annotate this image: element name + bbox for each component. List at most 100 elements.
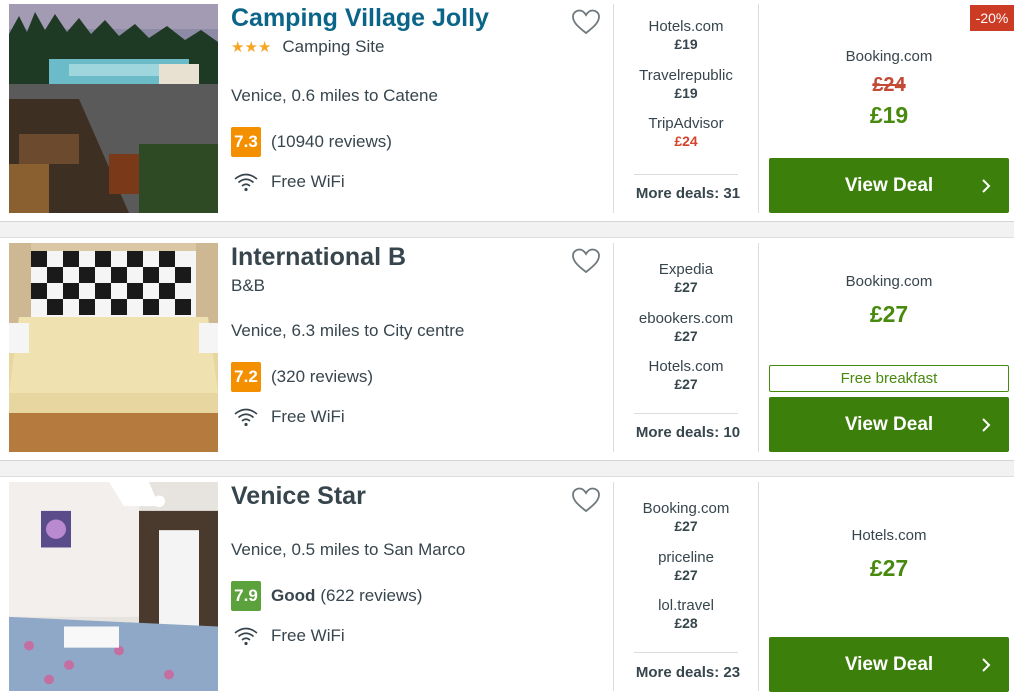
view-deal-button[interactable]: View Deal (769, 637, 1009, 692)
card-separator (0, 221, 1014, 238)
hotel-photo-international-b[interactable] (9, 243, 218, 452)
view-deal-button[interactable]: View Deal (769, 397, 1009, 452)
heart-icon[interactable] (571, 8, 601, 36)
column-divider (613, 4, 614, 213)
deal-site[interactable]: Booking.com (631, 500, 741, 517)
deals-divider (634, 174, 738, 175)
amenity-row: Free WiFi (233, 407, 345, 427)
deal-price: £24 (674, 133, 698, 149)
accommodation-type: Camping Site (282, 37, 385, 56)
best-deal-site[interactable]: Booking.com (769, 273, 1009, 290)
deal-price: £27 (674, 327, 698, 344)
wifi-icon (234, 173, 258, 192)
deal-site[interactable]: Hotels.com (631, 18, 741, 35)
chevron-right-icon (982, 418, 991, 432)
hotel-class-row: B&B (231, 276, 265, 296)
view-deal-label: View Deal (844, 654, 934, 675)
deals-list: Expedia £27 ebookers.com £27 Hotels.com … (631, 261, 741, 407)
deal-item[interactable]: lol.travel £28 (631, 597, 741, 646)
deal-item[interactable]: Hotels.com £27 (631, 358, 741, 407)
deal-site[interactable]: Travelrepublic (631, 67, 741, 84)
best-deal-price: £27 (869, 301, 909, 327)
rating-row[interactable]: 7.9 Good (622 reviews) (231, 581, 422, 611)
chevron-right-icon (982, 179, 991, 193)
rating-score-badge: 7.9 (231, 581, 261, 611)
amenity-row: Free WiFi (233, 172, 345, 192)
deals-list: Booking.com £27 priceline £27 lol.travel… (631, 500, 741, 646)
hotel-card-1: Camping Village Jolly ★★★ Camping Site V… (0, 0, 1014, 219)
amenity-label: Free WiFi (271, 407, 345, 426)
hotel-location: Venice, 0.6 miles to Catene (231, 86, 438, 105)
free-breakfast-badge: Free breakfast (769, 365, 1009, 392)
chevron-right-icon (982, 658, 991, 672)
deal-item[interactable]: Expedia £27 (631, 261, 741, 310)
deal-price: £27 (674, 279, 698, 295)
deal-item[interactable]: Hotels.com £19 (631, 18, 741, 67)
deal-site[interactable]: priceline (631, 549, 741, 566)
wifi-icon (234, 408, 258, 427)
heart-icon[interactable] (571, 247, 601, 275)
rating-score-badge: 7.2 (231, 362, 261, 392)
deal-price: £28 (674, 615, 698, 631)
best-deal-price: £19 (869, 102, 909, 128)
deal-site[interactable]: TripAdvisor (631, 115, 741, 132)
star-icon: ★★★ (231, 39, 272, 56)
hotel-photo-venice-star[interactable] (9, 482, 218, 691)
deal-item[interactable]: ebookers.com £27 (631, 310, 741, 359)
original-price-value: £24 (872, 74, 906, 96)
deal-price: £27 (674, 518, 698, 534)
column-divider (613, 243, 614, 452)
deal-price: £19 (674, 36, 698, 52)
hotel-name[interactable]: International B (231, 243, 406, 272)
amenity-label: Free WiFi (271, 626, 345, 645)
hotel-name[interactable]: Camping Village Jolly (231, 4, 489, 33)
column-divider (613, 482, 614, 691)
rating-row[interactable]: 7.3 (10940 reviews) (231, 127, 392, 157)
hotel-photo-camping-village-jolly[interactable] (9, 4, 218, 213)
deal-site[interactable]: lol.travel (631, 597, 741, 614)
more-deals-link[interactable]: More deals: 23 (634, 664, 742, 681)
deal-item[interactable]: priceline £27 (631, 549, 741, 598)
more-deals-link[interactable]: More deals: 31 (634, 185, 742, 202)
deals-divider (634, 652, 738, 653)
deals-divider (634, 413, 738, 414)
review-count: (622 reviews) (320, 586, 423, 605)
amenity-row: Free WiFi (233, 626, 345, 646)
column-divider (758, 482, 759, 691)
accommodation-type: B&B (231, 276, 266, 295)
deals-list: Hotels.com £19 Travelrepublic £19 TripAd… (631, 18, 741, 164)
hotel-card-2: International B B&B Venice, 6.3 miles to… (0, 239, 1014, 458)
deal-site[interactable]: Expedia (631, 261, 741, 278)
best-deal-price: £27 (869, 555, 909, 581)
wifi-icon (234, 627, 258, 646)
deal-site[interactable]: Hotels.com (631, 358, 741, 375)
discount-badge: -20% (970, 5, 1014, 31)
hotel-location: Venice, 0.5 miles to San Marco (231, 540, 466, 559)
column-divider (758, 4, 759, 213)
review-count: (10940 reviews) (271, 132, 392, 151)
view-deal-button[interactable]: View Deal (769, 158, 1009, 213)
more-deals-link[interactable]: More deals: 10 (634, 424, 742, 441)
rating-score-badge: 7.3 (231, 127, 261, 157)
deal-price: £27 (674, 376, 698, 392)
best-deal-site[interactable]: Hotels.com (769, 527, 1009, 544)
column-divider (758, 243, 759, 452)
deal-item[interactable]: Booking.com £27 (631, 500, 741, 549)
hotel-name[interactable]: Venice Star (231, 482, 366, 511)
review-count: (320 reviews) (271, 367, 374, 386)
deal-price: £27 (674, 566, 698, 583)
deal-item[interactable]: TripAdvisor £24 (631, 115, 741, 164)
card-separator (0, 460, 1014, 477)
hotel-class-row: ★★★ Camping Site (231, 37, 384, 57)
hotel-location: Venice, 6.3 miles to City centre (231, 321, 465, 340)
hotel-card-3: Venice Star Venice, 0.5 miles to San Mar… (0, 478, 1014, 695)
amenity-label: Free WiFi (271, 172, 345, 191)
heart-icon[interactable] (571, 486, 601, 514)
rating-label: Good (271, 586, 316, 605)
deal-item[interactable]: Travelrepublic £19 (631, 67, 741, 116)
deal-site[interactable]: ebookers.com (631, 310, 741, 327)
deal-price: £19 (674, 84, 698, 101)
view-deal-label: View Deal (844, 175, 934, 196)
best-deal-site[interactable]: Booking.com (769, 48, 1009, 65)
rating-row[interactable]: 7.2 (320 reviews) (231, 362, 373, 392)
